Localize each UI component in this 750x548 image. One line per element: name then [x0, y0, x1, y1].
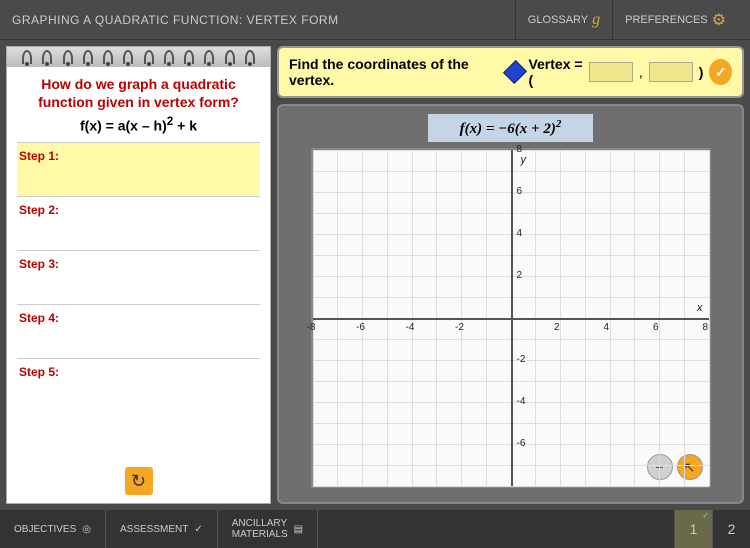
objectives-label: OBJECTIVES: [14, 524, 76, 535]
bottom-bar: OBJECTIVES ◎ ASSESSMENT ✓ ANCILLARY MATE…: [0, 510, 750, 548]
step-5[interactable]: Step 5:: [17, 358, 260, 412]
step-4[interactable]: Step 4:: [17, 304, 260, 358]
assessment-label: ASSESSMENT: [120, 524, 188, 535]
target-icon: ◎: [82, 524, 91, 535]
check-icon: ✓: [194, 524, 202, 535]
gear-icon: ⚙: [712, 10, 726, 30]
prompt-bar: Find the coordinates of the vertex. Vert…: [277, 46, 744, 98]
ancillary-label: ANCILLARY MATERIALS: [232, 518, 288, 540]
comma-label: ,: [639, 64, 643, 80]
close-paren: ): [699, 64, 704, 80]
spiral-binding: [7, 47, 270, 67]
ancillary-tab[interactable]: ANCILLARY MATERIALS ▤: [218, 510, 318, 548]
check-answer-button[interactable]: ✓: [709, 59, 732, 85]
document-icon: ▤: [294, 524, 303, 535]
glossary-button[interactable]: GLOSSARY g: [515, 0, 612, 39]
page-1-button[interactable]: 1: [674, 510, 712, 548]
pager: 1 2: [674, 510, 750, 548]
vertex-y-input[interactable]: [649, 62, 693, 82]
notepad-panel: How do we graph a quadratic function giv…: [6, 46, 271, 504]
vertex-label: Vertex = (: [528, 56, 582, 88]
vertex-x-input[interactable]: [589, 62, 633, 82]
refresh-icon: ↻: [131, 471, 146, 492]
notepad-equation: f(x) = a(x – h)2 + k: [17, 115, 260, 134]
top-bar: GRAPHING A QUADRATIC FUNCTION: VERTEX FO…: [0, 0, 750, 40]
prompt-text: Find the coordinates of the vertex.: [289, 56, 488, 88]
equation-bar: f(x) = −6(x + 2)2: [428, 114, 594, 142]
check-icon: ✓: [715, 64, 727, 81]
assessment-tab[interactable]: ASSESSMENT ✓: [106, 510, 218, 548]
page-2-button[interactable]: 2: [712, 510, 750, 548]
step-1[interactable]: Step 1:: [17, 142, 260, 196]
objectives-tab[interactable]: OBJECTIVES ◎: [0, 510, 106, 548]
pointer-tool[interactable]: ↖: [677, 454, 703, 480]
glossary-label: GLOSSARY: [528, 14, 588, 26]
coordinate-plane[interactable]: + ↖ -8-6-4-22468-6-4-22468xy: [311, 148, 711, 488]
graph-card: f(x) = −6(x + 2)2 + ↖ -8-6-4-22468-6-4-2…: [277, 104, 744, 504]
preferences-button[interactable]: PREFERENCES ⚙: [612, 0, 738, 39]
graph-tools: + ↖: [647, 454, 703, 480]
step-2[interactable]: Step 2:: [17, 196, 260, 250]
preferences-label: PREFERENCES: [625, 14, 708, 26]
diamond-icon: [503, 60, 527, 84]
reset-button[interactable]: ↻: [125, 467, 153, 495]
step-3[interactable]: Step 3:: [17, 250, 260, 304]
cursor-icon: ↖: [684, 459, 696, 476]
notepad-question: How do we graph a quadratic function giv…: [17, 75, 260, 111]
glossary-icon: g: [592, 11, 600, 29]
page-title: GRAPHING A QUADRATIC FUNCTION: VERTEX FO…: [12, 13, 515, 27]
